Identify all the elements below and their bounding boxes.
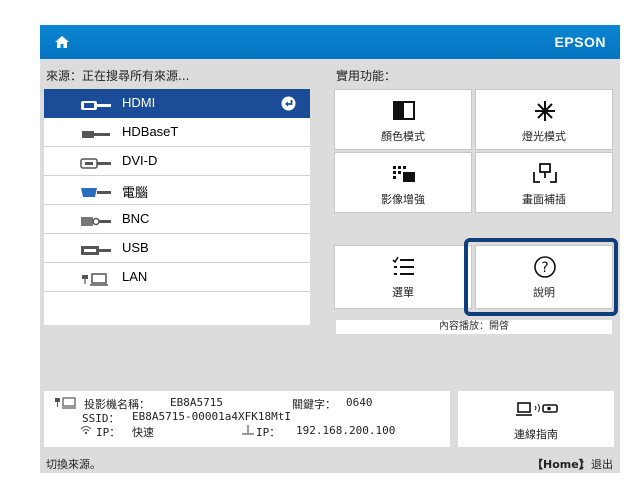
function-grid: 顏色模式 燈光模式 影像增強 畫面補插	[334, 89, 614, 213]
projector-home-screen: EPSON 來源：正在搜尋所有來源... 實用功能： HDMI HDBaseT …	[40, 25, 620, 473]
title-bar: EPSON	[40, 25, 620, 59]
frame-interpolation-label: 畫面補插	[522, 193, 566, 206]
source-item-hdbaset[interactable]: HDBaseT	[44, 118, 310, 147]
projector-name-value: EB8A5715	[170, 396, 223, 409]
connection-guide-button[interactable]: 連線指南	[458, 391, 614, 447]
keyword-label: 關鍵字：	[292, 398, 336, 411]
source-label: DVI-D	[122, 153, 158, 168]
ssid-value: EB8A5715-00001a4XFK18MtI	[132, 410, 291, 423]
wireless-ip-value: 快速	[132, 426, 154, 439]
wired-ip-value: 192.168.200.100	[296, 424, 396, 437]
source-label: USB	[122, 240, 149, 255]
hdbaset-cable-icon	[80, 126, 112, 139]
menu-label: 選單	[392, 286, 414, 299]
wireless-ip-label: IP：	[96, 426, 121, 439]
source-label: 電腦	[122, 185, 149, 200]
source-item-hdmi[interactable]: HDMI	[44, 89, 310, 118]
functions-heading: 實用功能：	[336, 69, 397, 83]
source-item-computer[interactable]: 電腦	[44, 176, 310, 205]
image-enhance-button[interactable]: 影像增強	[334, 152, 472, 213]
content-playback-status: 內容播放：開啓	[336, 320, 612, 334]
source-item-bnc[interactable]: BNC	[44, 205, 310, 234]
hdmi-port-icon	[80, 97, 112, 110]
network-info-panel: 投影機名稱： EB8A5715 關鍵字： 0640 SSID： EB8A5715…	[44, 391, 450, 447]
footer-bar: 切換來源。 【Home】 ：退出	[40, 453, 620, 473]
footer-hint: 切換來源。	[46, 458, 101, 471]
source-label: LAN	[122, 269, 148, 284]
bnc-connector-icon	[80, 213, 112, 226]
light-mode-label: 燈光模式	[522, 130, 566, 143]
light-mode-button[interactable]: 燈光模式	[475, 89, 613, 150]
source-label: HDBaseT	[122, 124, 179, 139]
source-label: HDMI	[122, 95, 156, 110]
usb-port-icon	[80, 242, 112, 255]
source-heading: 來源：正在搜尋所有來源...	[46, 69, 190, 83]
menu-list-icon	[390, 255, 418, 279]
color-mode-icon	[390, 99, 418, 123]
source-item-dvi-d[interactable]: DVI-D	[44, 147, 310, 176]
source-item-usb[interactable]: USB	[44, 234, 310, 263]
home-action-label: ：退出	[580, 458, 613, 471]
lan-icon	[80, 271, 112, 286]
image-enhance-icon	[390, 162, 418, 186]
frame-interpolation-button[interactable]: 畫面補插	[475, 152, 613, 213]
home-icon[interactable]	[54, 34, 70, 50]
source-item-lan[interactable]: LAN	[44, 263, 310, 292]
color-mode-button[interactable]: 顏色模式	[334, 89, 472, 150]
menu-button[interactable]: 選單	[334, 245, 472, 309]
brand-logo: EPSON	[554, 34, 606, 50]
wired-lan-icon	[242, 425, 254, 438]
dvi-port-icon	[80, 155, 112, 169]
lan-small-icon	[54, 397, 78, 412]
wired-ip-label: IP：	[256, 426, 281, 439]
source-label: BNC	[122, 211, 150, 226]
wireless-icon	[80, 425, 92, 438]
connection-guide-label: 連線指南	[514, 428, 558, 441]
computer-port-icon	[80, 184, 112, 197]
frame-interpolation-icon	[531, 162, 559, 186]
light-mode-icon	[531, 99, 559, 123]
keyword-value: 0640	[346, 396, 373, 409]
image-enhance-label: 影像增強	[381, 193, 425, 206]
connection-guide-icon	[516, 400, 558, 420]
source-list: HDMI HDBaseT DVI-D 電腦 BNC USB LAN	[44, 89, 310, 325]
enter-icon	[281, 96, 296, 111]
selection-highlight	[464, 238, 618, 316]
color-mode-label: 顏色模式	[381, 130, 425, 143]
